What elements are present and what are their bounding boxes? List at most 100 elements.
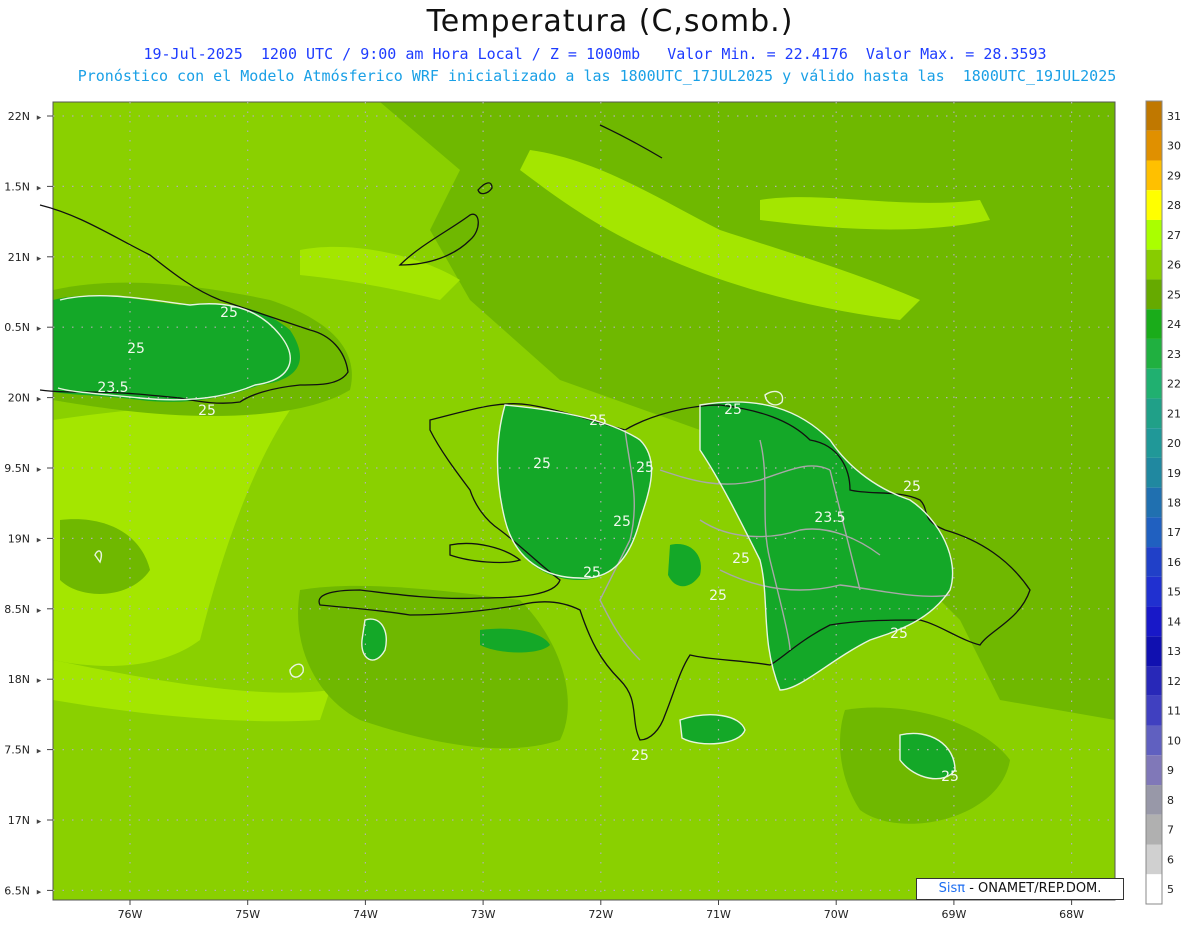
- colorbar-cell: [1146, 101, 1162, 131]
- lat-tick-marker-icon: ▸: [37, 465, 42, 475]
- colorbar-cell: [1146, 576, 1162, 607]
- colorbar-cell: [1146, 338, 1162, 369]
- colorbar-label: 24: [1167, 318, 1181, 331]
- lat-tick-label: 8.5N: [4, 603, 30, 616]
- latitude-labels: 22N ▸ 1.5N ▸ 21N ▸ 0.5N ▸ 20N ▸ 9.5N ▸ 19N ▸ 8.5N ▸ 18N ▸…: [4, 110, 53, 897]
- colorbar-cell: [1146, 666, 1162, 696]
- contour-label: 25: [724, 402, 742, 418]
- colorbar-label: 28: [1167, 199, 1181, 212]
- contour-label: 25: [636, 460, 654, 476]
- colorbar-label: 8: [1167, 794, 1174, 807]
- colorbar-cell: [1146, 725, 1162, 756]
- colorbar-cell: [1146, 517, 1162, 548]
- colorbar-cell: [1146, 160, 1162, 191]
- colorbar-label: 25: [1167, 288, 1181, 301]
- lon-tick-label: 74W: [353, 908, 378, 921]
- contour-label: 23.5: [97, 380, 128, 396]
- contour-label: 25: [589, 413, 607, 429]
- colorbar-label: 19: [1167, 467, 1181, 480]
- contour-label: 25: [941, 769, 959, 785]
- contour-label: 25: [127, 341, 145, 357]
- colorbar-cell: [1146, 606, 1162, 637]
- lat-tick-marker-icon: ▸: [37, 887, 42, 897]
- colorbar-label: 9: [1167, 764, 1174, 777]
- contour-label: 25: [583, 565, 601, 581]
- colorbar-label: 5: [1167, 883, 1174, 896]
- colorbar-cell: [1146, 428, 1162, 458]
- colorbar-label: 20: [1167, 437, 1181, 450]
- colorbar-label: 6: [1167, 853, 1174, 866]
- lat-tick-marker-icon: ▸: [37, 395, 42, 405]
- lon-tick-label: 68W: [1059, 908, 1084, 921]
- contour-label: 25: [631, 748, 649, 764]
- colorbar-label: 21: [1167, 407, 1181, 420]
- lat-tick-label: 18N: [8, 673, 30, 686]
- lat-tick-marker-icon: ▸: [37, 747, 42, 757]
- lat-tick-label: 19N: [8, 532, 30, 545]
- colorbar-cell: [1146, 249, 1162, 280]
- lat-tick-marker-icon: ▸: [37, 817, 42, 827]
- colorbar-cell: [1146, 874, 1162, 904]
- contour-label: 25: [198, 403, 216, 419]
- colorbar-label: 26: [1167, 259, 1181, 272]
- lat-tick-label: 22N: [8, 110, 30, 123]
- colorbar-label: 7: [1167, 824, 1174, 837]
- colorbar-cell: [1146, 368, 1162, 399]
- credit-text: - ONAMET/REP.DOM.: [965, 881, 1102, 896]
- colorbar-label: 11: [1167, 705, 1181, 718]
- colorbar-label: 30: [1167, 140, 1181, 153]
- colorbar-cell: [1146, 547, 1162, 577]
- lat-tick-label: 9.5N: [4, 462, 30, 475]
- credit-brand: Sisπ: [938, 881, 966, 896]
- colorbar-cell: [1146, 844, 1162, 875]
- lon-tick-label: 70W: [824, 908, 849, 921]
- contour-label: 25: [890, 626, 908, 642]
- colorbar-cell: [1146, 457, 1162, 488]
- contour-label: 25: [903, 479, 921, 495]
- lat-tick-marker-icon: ▸: [37, 113, 42, 123]
- lon-tick-label: 76W: [118, 908, 143, 921]
- colorbar-label: 22: [1167, 378, 1181, 391]
- colorbar-cell: [1146, 487, 1162, 518]
- contour-label: 25: [613, 514, 631, 530]
- lat-tick-marker-icon: ▸: [37, 535, 42, 545]
- colorbar-cell: [1146, 130, 1162, 161]
- colorbar-cell: [1146, 398, 1162, 429]
- lon-tick-label: 71W: [706, 908, 731, 921]
- lat-tick-marker-icon: ▸: [37, 183, 42, 193]
- colorbar-cell: [1146, 279, 1162, 310]
- temperature-map: 25 25 23.5 25 25 25 25 25 25 25 25 25 25 23.5 25 25 25 2…: [4, 100, 1181, 921]
- contour-label: 23.5: [814, 510, 845, 526]
- lon-tick-label: 75W: [235, 908, 260, 921]
- colorbar-label: 31: [1167, 110, 1181, 123]
- lat-tick-label: 1.5N: [4, 180, 30, 193]
- lat-tick-label: 20N: [8, 392, 30, 405]
- lat-tick-marker-icon: ▸: [37, 324, 42, 334]
- contour-label: 25: [732, 551, 750, 567]
- colorbar-label: 14: [1167, 615, 1181, 628]
- lat-tick-marker-icon: ▸: [37, 676, 42, 686]
- contour-label: 25: [709, 588, 727, 604]
- contour-label: 25: [533, 456, 551, 472]
- colorbar-label: 16: [1167, 556, 1181, 569]
- lon-tick-label: 73W: [471, 908, 496, 921]
- contour-label: 25: [220, 305, 238, 321]
- colorbar-label: 10: [1167, 734, 1181, 747]
- colorbar-cell: [1146, 309, 1162, 339]
- colorbar-label: 15: [1167, 586, 1181, 599]
- colorbar-label: 29: [1167, 169, 1181, 182]
- colorbar-cell: [1146, 190, 1162, 220]
- colorbar-cell: [1146, 695, 1162, 726]
- lat-tick-label: 0.5N: [4, 321, 30, 334]
- colorbar-cell: [1146, 636, 1162, 667]
- lat-tick-label: 17N: [8, 814, 30, 827]
- lat-tick-label: 21N: [8, 251, 30, 264]
- colorbar: 31 30 29 28 27 26 25 24 23 22 21 20 19 18 17 16 15 14 13 12…: [1145, 100, 1181, 905]
- lat-tick-marker-icon: ▸: [37, 254, 42, 264]
- colorbar-cell: [1146, 755, 1162, 786]
- lon-tick-label: 72W: [588, 908, 613, 921]
- colorbar-label: 23: [1167, 348, 1181, 361]
- lat-tick-marker-icon: ▸: [37, 606, 42, 616]
- colorbar-label: 13: [1167, 645, 1181, 658]
- colorbar-label: 12: [1167, 675, 1181, 688]
